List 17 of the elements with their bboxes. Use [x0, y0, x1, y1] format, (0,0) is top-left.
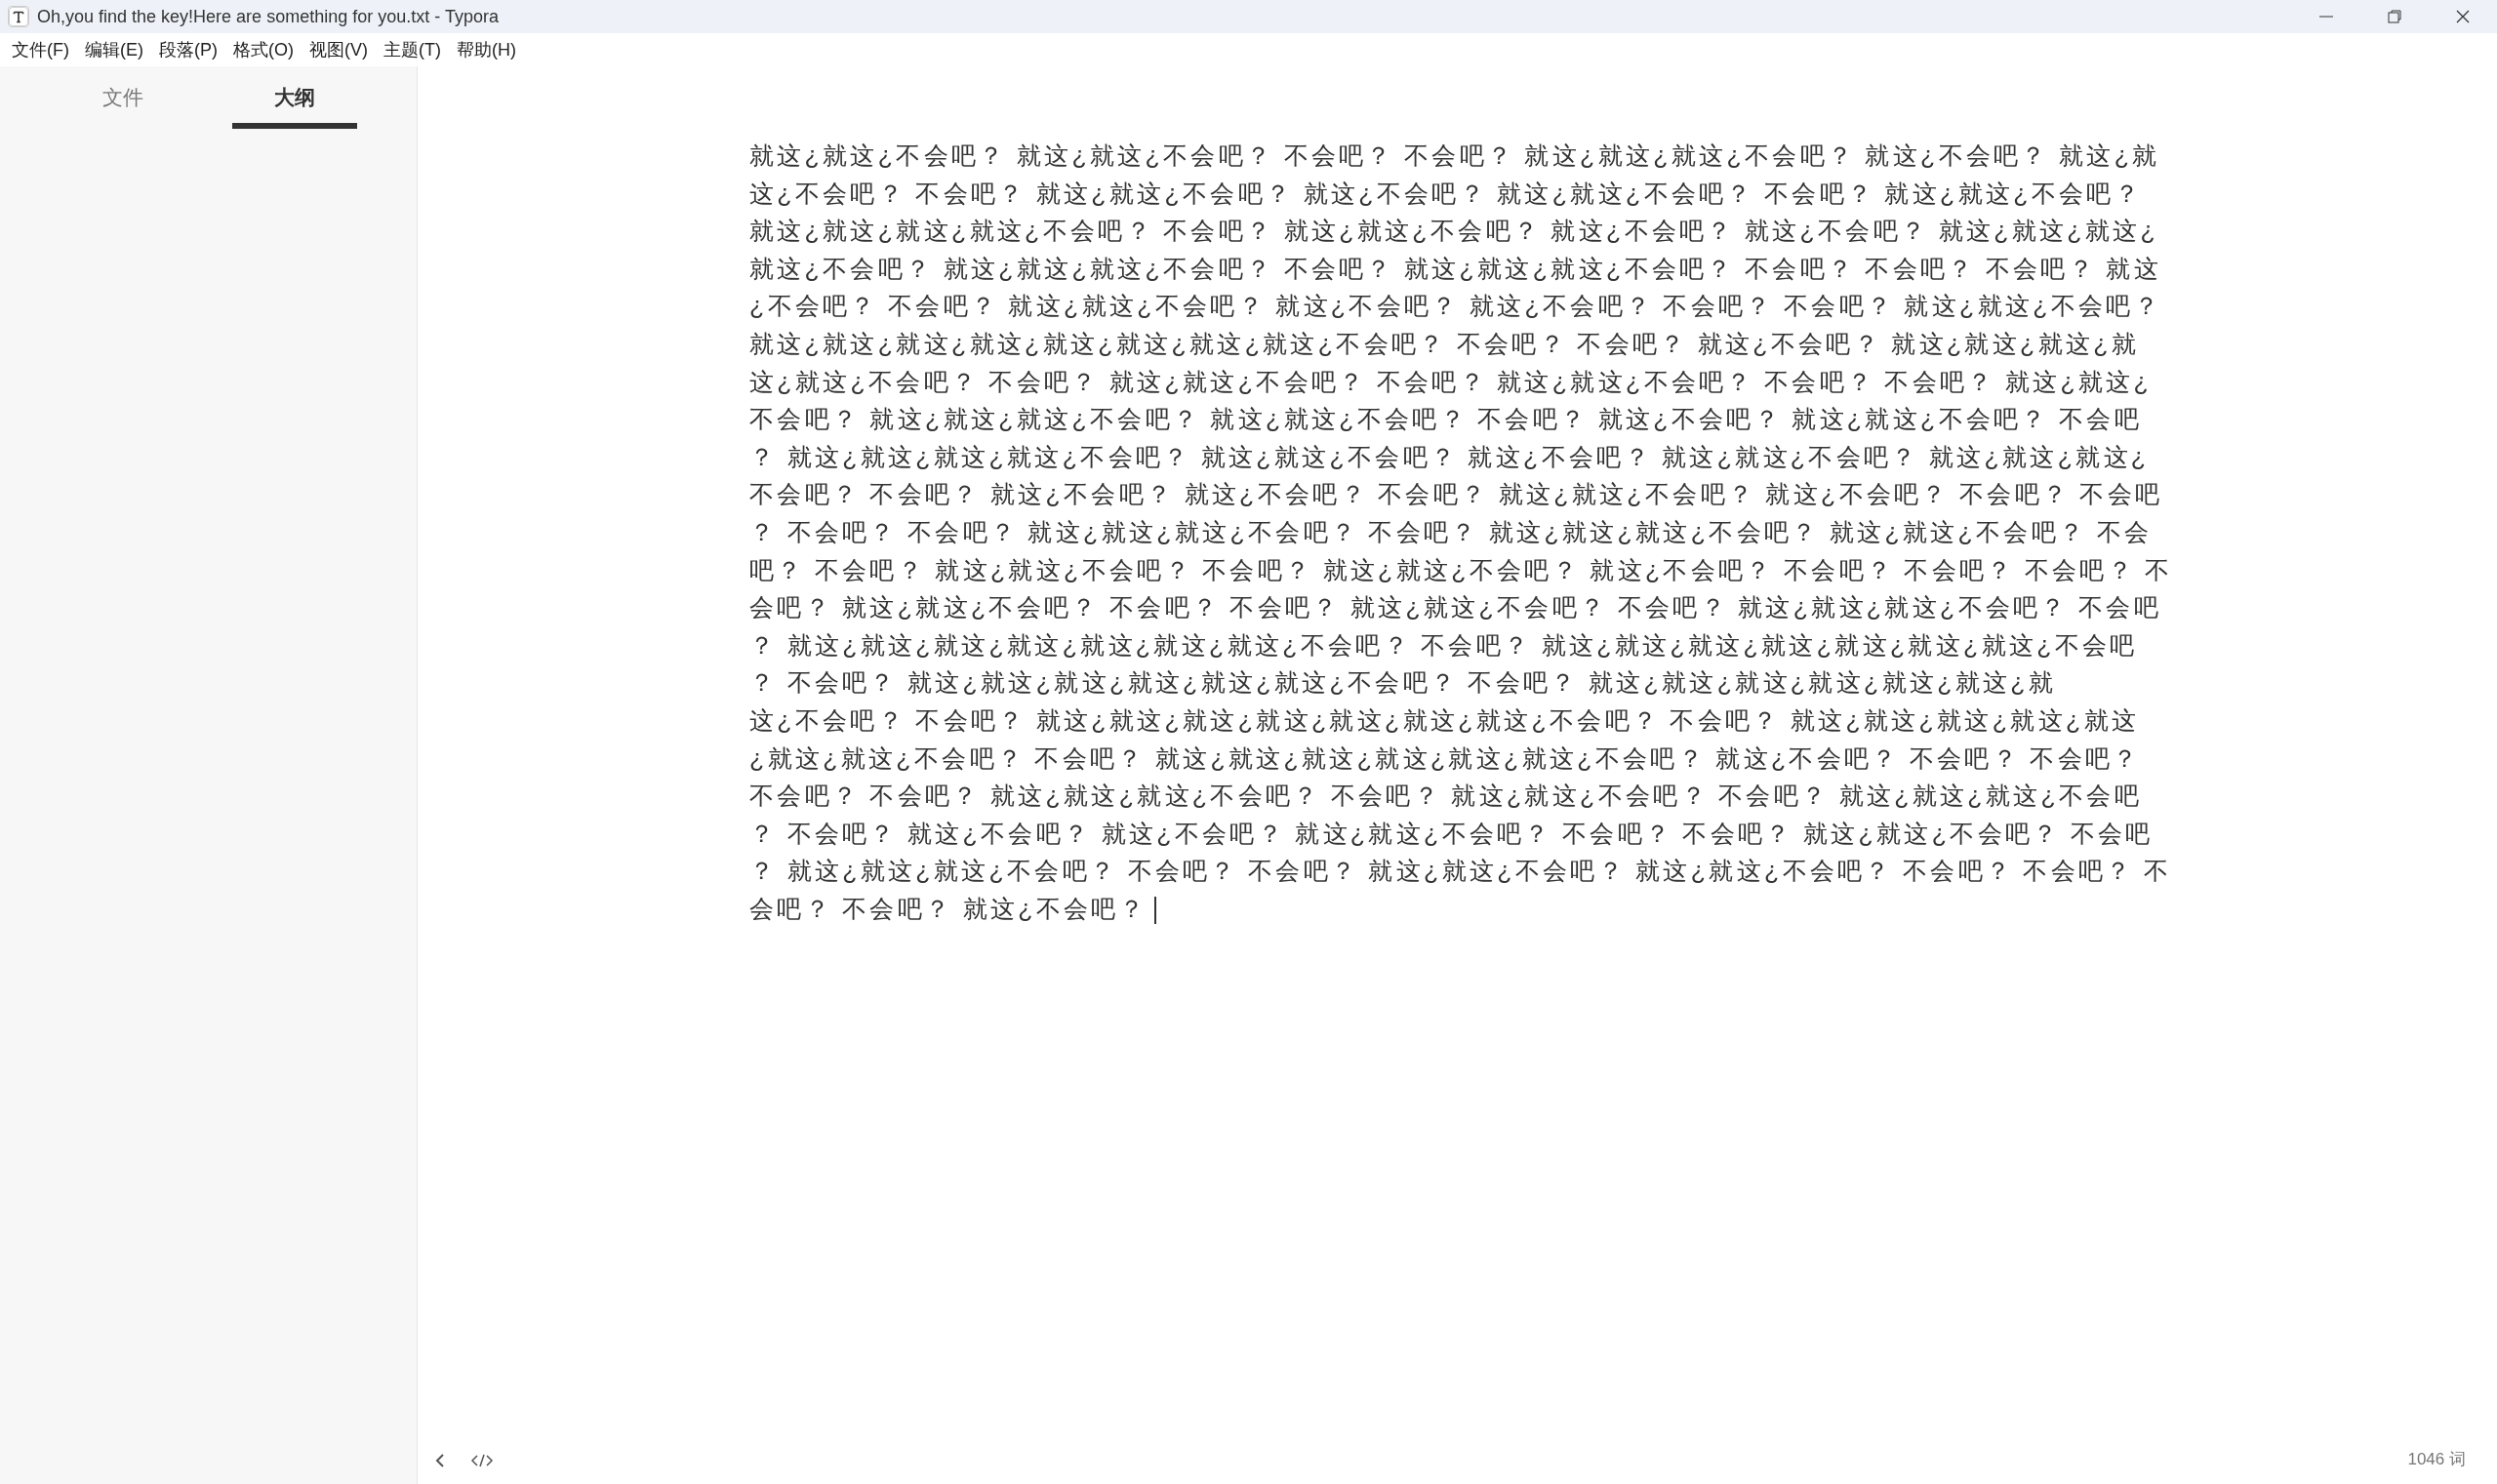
menu-item[interactable]: 主题(T)	[376, 36, 449, 63]
menu-item[interactable]: 帮助(H)	[448, 36, 524, 63]
word-count: 1046 词	[2407, 1449, 2466, 1471]
sidebar-tab[interactable]: 大纲	[231, 74, 357, 129]
restore-icon	[2387, 9, 2402, 24]
sidebar-tab[interactable]: 文件	[60, 74, 185, 129]
menu-item[interactable]: 编辑(E)	[77, 36, 151, 63]
paragraph: 就这¿就这¿不会吧？ 就这¿就这¿不会吧？ 不会吧？ 不会吧？ 就这¿就这¿就这¿不会吧？ 就这¿不会吧？ 就这¿就 这¿不会吧？ 不会吧？ 就这¿就这¿不会吧？ 就这¿不会吧？ 就这¿就这¿不会吧？ 不会吧？ 就这¿就这¿不会吧？ 就这¿就这¿就这¿就这¿不会吧？ 不会吧？ 就这¿就这¿不会吧？ 就这¿不会吧？ 就这¿不会吧？ 就这¿就这¿就这¿ 就这¿不会吧？ 就这¿就这¿就这¿不会吧？ 不会吧？ 就这¿就这¿就这¿不会吧？ 不会吧？ 不会吧？ 不会吧？ 就这 ¿不会吧？ 不会吧？ 就这¿就这¿不会吧？ 就这¿不会吧？ 就这¿不会吧？ 不会吧？ 不会吧？ 就这¿就这¿不会吧？ 就这¿就这¿就这¿就这¿就这¿就这¿就这¿就这¿不会吧？ 不会吧？ 不会吧？ 就这¿不会吧？ 就这¿就这¿就这¿就 这¿就这¿不会吧？ 不会吧？ 就这¿就这¿不会吧？ 不会吧？ 就这¿就这¿不会吧？ 不会吧？ 不会吧？ 就这¿就这¿ 不会吧？ 就这¿就这¿就这¿不会吧？ 就这¿就这¿不会吧？ 不会吧？ 就这¿不会吧？ 就这¿就这¿不会吧？ 不会吧 ？ 就这¿就这¿就这¿就这¿不会吧？ 就这¿就这¿不会吧？ 就这¿不会吧？ 就这¿就这¿不会吧？ 就这¿就这¿就这¿ 不会吧？ 不会吧？ 就这¿不会吧？ 就这¿不会吧？ 不会吧？ 就这¿就这¿不会吧？ 就这¿不会吧？ 不会吧？ 不会吧 ？ 不会吧？ 不会吧？ 就这¿就这¿就这¿不会吧？ 不会吧？ 就这¿就这¿就这¿不会吧？ 就这¿就这¿不会吧？ 不会 吧？ 不会吧？ 就这¿就这¿不会吧？ 不会吧？ 就这¿就这¿不会吧？ 就这¿不会吧？ 不会吧？ 不会吧？ 不会吧？ 不 会吧？ 就这¿就这¿不会吧？ 不会吧？ 不会吧？ 就这¿就这¿不会吧？ 不会吧？ 就这¿就这¿就这¿不会吧？ 不会吧 ？ 就这¿就这¿就这¿就这¿就这¿就这¿就这¿不会吧？ 不会吧？ 就这¿就这¿就这¿就这¿就这¿就这¿就这¿不会吧 ？ 不会吧？ 就这¿就这¿就这¿就这¿就这¿就这¿不会吧？ 不会吧？ 就这¿就这¿就这¿就这¿就这¿就这¿就 这¿不会吧？ 不会吧？ 就这¿就这¿就这¿就这¿就这¿就这¿就这¿不会吧？ 不会吧？ 就这¿就这¿就这¿就这¿就这 ¿就这¿就这¿不会吧？ 不会吧？ 就这¿就这¿就这¿就这¿就这¿就这¿不会吧？ 就这¿不会吧？ 不会吧？ 不会吧？ 不会吧？ 不会吧？ 就这¿就这¿就这¿不会吧？ 不会吧？ 就这¿就这¿不会吧？ 不会吧？ 就这¿就这¿就这¿不会吧 ？ 不会吧？ 就这¿不会吧？ 就这¿不会吧？ 就这¿就这¿不会吧？ 不会吧？ 不会吧？ 就这¿就这¿不会吧？ 不会吧 ？ 就这¿就这¿就这¿不会吧？ 不会吧？ 不会吧？ 就这¿就这¿不会吧？ 就这¿就这¿不会吧？ 不会吧？ 不会吧？ 不 会吧？ 不会吧？ 就这¿不会吧？	[749, 137, 2497, 928]
minimize-icon	[2319, 16, 2333, 18]
window-title: Oh,you find the key!Here are something for you.txt - Typora	[37, 5, 499, 28]
menu-item[interactable]: 格式(O)	[225, 36, 302, 63]
menu-item[interactable]: 视图(V)	[302, 36, 376, 63]
close-icon	[2455, 9, 2471, 24]
menu-item[interactable]: 文件(F)	[4, 36, 77, 63]
menu-item[interactable]: 段落(P)	[151, 36, 225, 63]
text-cursor	[1153, 897, 1156, 925]
app-icon	[8, 6, 29, 27]
